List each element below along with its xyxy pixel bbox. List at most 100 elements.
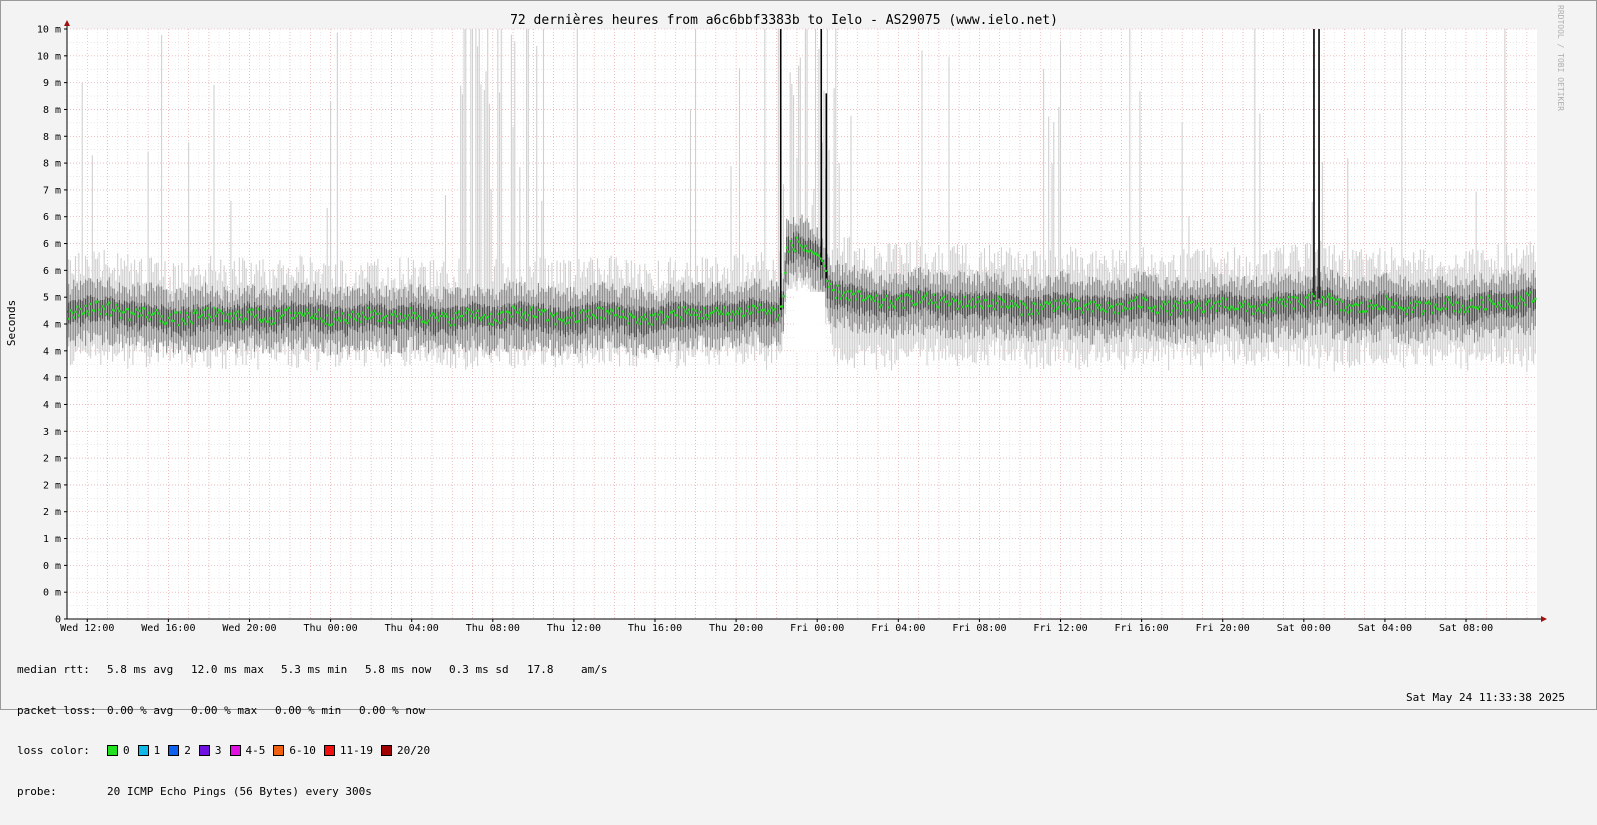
median-point	[256, 308, 260, 311]
x-tick-label: Wed 16:00	[141, 623, 195, 634]
median-point	[305, 308, 309, 311]
median-point	[730, 318, 733, 322]
median-point	[714, 306, 718, 310]
median-point	[228, 320, 231, 323]
loss-swatch-1	[137, 745, 149, 757]
median-point	[1367, 305, 1370, 308]
median-point	[1017, 305, 1020, 309]
median-point	[844, 297, 848, 300]
median-point	[104, 312, 108, 316]
median-point	[684, 310, 687, 313]
median-point	[828, 285, 831, 289]
y-tick-label: 2 m	[43, 480, 61, 491]
median-point	[650, 323, 653, 326]
median-point	[1365, 310, 1368, 313]
median-point	[870, 298, 873, 301]
median-point	[660, 311, 663, 314]
median-point	[731, 310, 734, 313]
median-point	[1135, 296, 1138, 299]
median-point	[226, 313, 229, 316]
x-tick-label: Thu 08:00	[466, 623, 520, 634]
median-point	[157, 312, 160, 315]
median-point	[1389, 298, 1392, 302]
median-point	[1203, 310, 1206, 313]
loss-swatch-2	[168, 745, 180, 757]
median-point	[1267, 301, 1270, 304]
median-point	[1346, 311, 1349, 314]
loss-swatch-6	[323, 745, 335, 757]
median-point	[251, 308, 255, 311]
median-point	[1186, 308, 1189, 312]
median-point	[1296, 296, 1299, 300]
median-point	[1250, 305, 1253, 308]
legend-packet-loss: packet loss: 0.00 % avg 0.00 % max 0.00 …	[17, 704, 608, 718]
median-point	[476, 309, 479, 312]
median-point	[1030, 312, 1033, 316]
x-tick-label: Thu 04:00	[385, 623, 439, 634]
median-point	[980, 305, 983, 308]
median-point	[458, 310, 461, 313]
median-point	[120, 316, 123, 319]
median-point	[1507, 303, 1510, 306]
median-point	[1485, 308, 1488, 311]
median-point	[880, 304, 883, 307]
median-point	[282, 313, 285, 317]
median-point	[1269, 299, 1272, 302]
median-point	[802, 249, 805, 252]
median-point	[488, 322, 491, 325]
median-point	[577, 319, 581, 323]
median-point	[1316, 304, 1319, 307]
median-point	[510, 315, 513, 318]
median-point	[175, 311, 179, 314]
median-point	[675, 314, 679, 317]
median-point	[552, 314, 555, 317]
median-point	[1191, 300, 1194, 303]
median-point	[1157, 311, 1160, 314]
x-tick-label: Fri 20:00	[1196, 623, 1250, 634]
timestamp: Sat May 24 11:33:38 2025	[1406, 691, 1565, 704]
median-point	[1334, 302, 1338, 305]
median-point	[273, 321, 277, 325]
median-point	[72, 316, 75, 319]
median-point	[231, 317, 234, 320]
median-rtt-min: 5.3 ms min	[281, 663, 348, 676]
median-point	[464, 311, 467, 315]
median-point	[385, 314, 388, 317]
median-point	[885, 294, 888, 298]
median-point	[699, 310, 702, 314]
median-point	[128, 318, 131, 321]
median-point	[136, 315, 140, 318]
median-point	[447, 321, 451, 324]
median-point	[910, 299, 914, 303]
median-point	[302, 314, 305, 317]
median-point	[746, 305, 750, 308]
median-point	[1323, 297, 1326, 300]
median-point	[109, 314, 113, 317]
median-point	[1091, 310, 1094, 313]
median-point	[238, 318, 241, 321]
median-point	[584, 310, 587, 313]
median-point	[1040, 307, 1044, 311]
median-point	[451, 317, 454, 320]
median-point	[427, 319, 430, 322]
median-point	[1198, 302, 1201, 305]
median-point	[586, 315, 589, 318]
median-point	[1456, 301, 1459, 304]
y-tick-label: 6 m	[43, 239, 61, 250]
median-point	[1169, 313, 1172, 316]
median-point	[782, 295, 785, 298]
y-tick-label: 7 m	[43, 185, 61, 196]
median-point	[444, 312, 447, 316]
median-point	[167, 316, 170, 320]
median-point	[1105, 310, 1108, 313]
median-point	[1514, 296, 1517, 299]
median-point	[1416, 304, 1419, 307]
median-point	[287, 306, 290, 310]
median-point	[1238, 302, 1241, 305]
median-point	[1527, 294, 1530, 297]
median-point	[821, 259, 824, 263]
median-point	[1289, 301, 1292, 304]
median-point	[787, 250, 790, 253]
median-point	[1074, 307, 1077, 311]
legend: median rtt: 5.8 ms avg 12.0 ms max 5.3 m…	[17, 636, 608, 825]
